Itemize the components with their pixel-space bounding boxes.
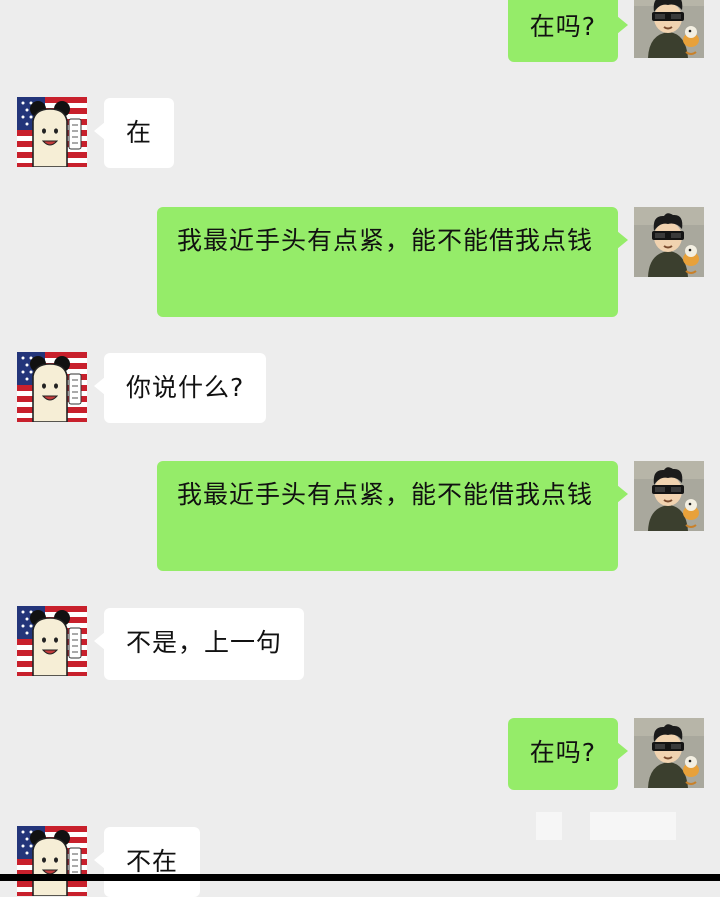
chat-window: 在吗? 在 我最近手头有点紧，能不能借我点钱 你说什么? 我最近手头有点紧，能不…	[0, 0, 720, 897]
message-bubble-outgoing[interactable]: 在吗?	[507, 718, 629, 790]
message-bubble-incoming[interactable]: 在	[93, 98, 175, 168]
friend-avatar-icon[interactable]	[17, 606, 87, 676]
self-avatar-icon[interactable]	[634, 461, 704, 531]
message-bubble-outgoing[interactable]: 我最近手头有点紧，能不能借我点钱	[157, 461, 628, 571]
message-bubble-incoming[interactable]: 你说什么?	[93, 353, 267, 423]
self-avatar-icon[interactable]	[634, 718, 704, 788]
message-bubble-incoming[interactable]: 不在	[93, 827, 201, 897]
message-bubble-outgoing[interactable]: 我最近手头有点紧，能不能借我点钱	[157, 207, 628, 317]
friend-avatar-icon[interactable]	[17, 97, 87, 167]
blur-artifact	[536, 812, 562, 840]
blur-artifact	[590, 812, 676, 840]
bottom-edge	[0, 874, 720, 881]
message-bubble-incoming[interactable]: 不是，上一句	[93, 608, 305, 680]
self-avatar-icon[interactable]	[634, 207, 704, 277]
message-bubble-outgoing[interactable]: 在吗?	[507, 0, 629, 62]
self-avatar-icon[interactable]	[634, 0, 704, 58]
friend-avatar-icon[interactable]	[17, 826, 87, 896]
friend-avatar-icon[interactable]	[17, 352, 87, 422]
